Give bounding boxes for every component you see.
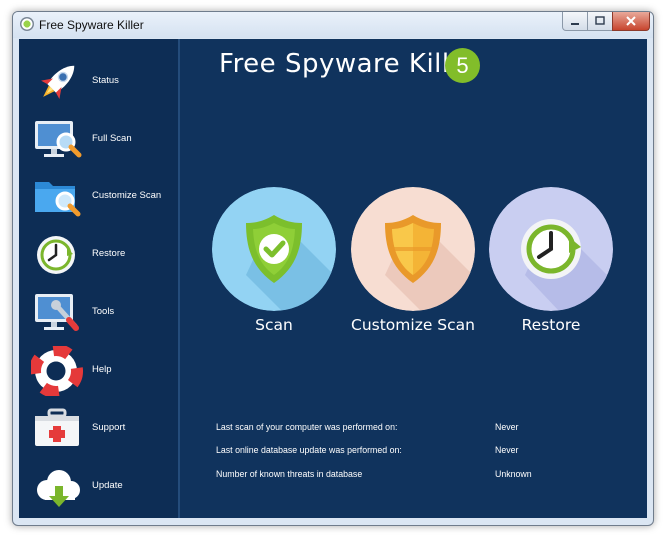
app-logo-icon [20, 17, 34, 31]
sidebar-item-support[interactable]: Support [19, 402, 178, 458]
sidebar-item-label: Full Scan [92, 133, 132, 144]
scan-button-label[interactable]: Scan [194, 316, 354, 334]
app-window: Free Spyware Killer Status Full Scan Cus… [12, 11, 654, 526]
monitor-wrench-icon [35, 294, 79, 331]
sidebar-item-label: Update [92, 480, 123, 491]
sidebar-item-full-scan[interactable]: Full Scan [19, 113, 178, 169]
restore-button-label[interactable]: Restore [471, 316, 631, 334]
last-scan-value: Never [495, 422, 519, 432]
sidebar-item-restore[interactable]: Restore [19, 228, 178, 284]
sidebar-item-update[interactable]: Update [19, 460, 178, 516]
sidebar-item-label: Restore [92, 248, 126, 259]
sidebar-item-help[interactable]: Help [19, 344, 178, 400]
rocket-icon [41, 65, 75, 99]
maximize-icon [595, 16, 605, 25]
sidebar-item-label: Customize Scan [92, 190, 162, 201]
app-title: Free Spyware Killer [219, 49, 478, 79]
maximize-button[interactable] [587, 12, 613, 31]
clock-restore-icon [489, 187, 613, 311]
minimize-icon [571, 23, 579, 25]
customize-scan-button[interactable] [351, 187, 475, 311]
sidebar-item-customize-scan[interactable]: Customize Scan [19, 170, 178, 226]
sidebar-item-label: Tools [92, 306, 115, 317]
shield-check-icon [212, 187, 336, 311]
sidebar-item-label: Help [92, 364, 112, 375]
folder-magnifier-icon [35, 182, 81, 217]
first-aid-kit-icon [35, 408, 79, 446]
sidebar-item-status[interactable]: Status [19, 55, 178, 111]
sidebar-item-label: Status [92, 75, 119, 86]
sidebar: Status Full Scan Customize Scan Restore … [19, 39, 180, 518]
scan-button[interactable] [212, 187, 336, 311]
monitor-magnifier-icon [35, 121, 82, 158]
last-scan-label: Last scan of your computer was performed… [216, 422, 398, 432]
sidebar-item-tools[interactable]: Tools [19, 286, 178, 342]
shield-icon [351, 187, 475, 311]
version-badge: 5 [445, 48, 480, 83]
minimize-button[interactable] [562, 12, 588, 31]
client-area: Status Full Scan Customize Scan Restore … [19, 39, 647, 518]
threat-count-label: Number of known threats in database [216, 469, 363, 479]
sidebar-item-label: Support [92, 422, 126, 433]
threat-count-value: Unknown [495, 469, 532, 479]
clock-restore-icon [37, 236, 75, 274]
close-button[interactable] [612, 12, 650, 31]
title-bar[interactable]: Free Spyware Killer [13, 12, 653, 38]
cloud-download-icon [37, 470, 80, 507]
customize-scan-button-label[interactable]: Customize Scan [333, 316, 493, 334]
window-title: Free Spyware Killer [39, 18, 144, 32]
restore-button[interactable] [489, 187, 613, 311]
lifebuoy-icon [31, 346, 83, 396]
last-update-label: Last online database update was performe… [216, 445, 402, 455]
close-icon [626, 16, 636, 26]
last-update-value: Never [495, 445, 519, 455]
